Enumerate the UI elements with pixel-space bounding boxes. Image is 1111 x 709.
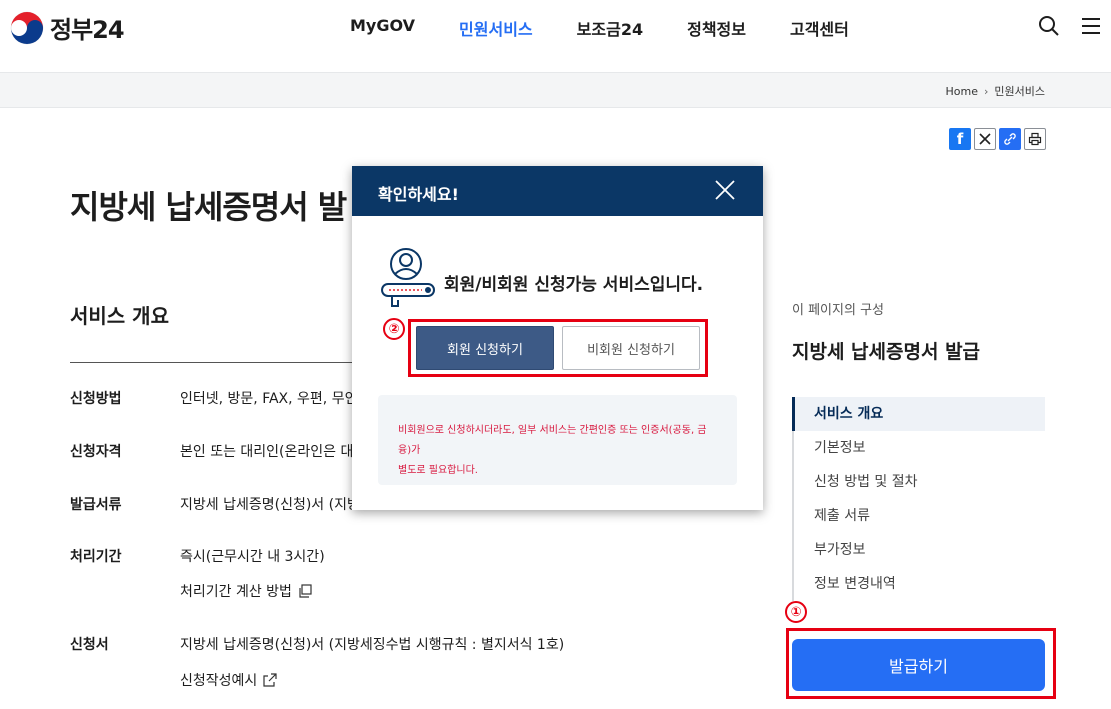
application-example-label: 신청작성예시 <box>180 673 258 689</box>
section-title-overview: 서비스 개요 <box>70 304 169 328</box>
row-value-method: 인터넷, 방문, FAX, 우편, 무인 <box>180 391 358 407</box>
annotation-number-one: ① <box>785 601 807 623</box>
logo-text: 정부24 <box>50 16 125 44</box>
section-divider <box>70 362 370 363</box>
annotation-number-two: ② <box>383 318 405 340</box>
site-logo[interactable]: 정부24 <box>10 10 125 45</box>
page-title: 지방세 납세증명서 발 <box>70 188 347 226</box>
link-copy-icon[interactable] <box>999 128 1021 150</box>
toc-item-overview[interactable]: 서비스 개요 <box>792 397 1045 431</box>
header-tools <box>1037 14 1103 38</box>
breadcrumb: Home › 민원서비스 <box>946 83 1046 99</box>
row-label-application: 신청서 <box>70 637 109 653</box>
nav-policy[interactable]: 정책정보 <box>687 16 746 40</box>
row-label-method: 신청방법 <box>70 391 122 407</box>
row-value-application[interactable]: 지방세 납세증명(신청)서 (지방세징수법 시행규칙 : 별지서식 1호) <box>180 634 564 654</box>
breadcrumb-current[interactable]: 민원서비스 <box>994 83 1045 99</box>
modal-notice: 비회원으로 신청하시더라도, 일부 서비스는 간편인증 또는 인증서(공동, 금… <box>378 395 737 485</box>
processing-calc-label: 처리기간 계산 방법 <box>180 584 292 600</box>
toc-caption: 이 페이지의 구성 <box>792 303 884 318</box>
row-label-eligibility: 신청자격 <box>70 444 122 460</box>
application-example-link[interactable]: 신청작성예시 <box>180 670 277 690</box>
share-toolbar: f <box>949 128 1046 150</box>
toc-item-basic-info[interactable]: 기본정보 <box>794 431 1045 465</box>
modal-title: 확인하세요! <box>378 185 459 204</box>
nav-subsidy[interactable]: 보조금24 <box>577 16 643 40</box>
x-twitter-icon[interactable] <box>974 128 996 150</box>
row-value-documents: 지방세 납세증명(신청)서 (지방 <box>180 497 360 513</box>
row-value-eligibility: 본인 또는 대리인(온라인은 대리 <box>180 444 367 460</box>
chevron-right-icon: › <box>983 84 989 98</box>
issue-button[interactable]: 발급하기 <box>792 639 1045 691</box>
modal-header: 확인하세요! <box>352 166 763 216</box>
row-label-documents: 발급서류 <box>70 497 122 513</box>
breadcrumb-bar: Home › 민원서비스 <box>0 72 1111 108</box>
taegeuk-logo-icon <box>10 11 44 44</box>
notice-line-2: 별도로 필요합니다. <box>398 465 478 476</box>
site-header: 정부24 MyGOV 민원서비스 보조금24 정책정보 고객센터 <box>0 0 1111 72</box>
print-icon[interactable] <box>1024 128 1046 150</box>
menu-icon[interactable] <box>1079 14 1103 38</box>
toc-list: 서비스 개요 기본정보 신청 방법 및 절차 제출 서류 부가정보 정보 변경내… <box>792 397 1045 601</box>
toc-item-procedure[interactable]: 신청 방법 및 절차 <box>794 465 1045 499</box>
user-certification-icon <box>381 248 435 307</box>
nonmember-apply-button[interactable]: 비회원 신청하기 <box>562 326 700 370</box>
nav-customer-center[interactable]: 고객센터 <box>790 16 849 40</box>
processing-calc-link[interactable]: 처리기간 계산 방법 <box>180 581 312 601</box>
close-icon[interactable] <box>713 178 737 202</box>
toc-title: 지방세 납세증명서 발급 <box>792 341 981 363</box>
toc-item-documents[interactable]: 제출 서류 <box>794 499 1045 533</box>
copy-window-icon <box>299 584 312 598</box>
main-nav: MyGOV 민원서비스 보조금24 정책정보 고객센터 <box>350 16 893 40</box>
row-value-processing: 즉시(근무시간 내 3시간) <box>180 549 325 565</box>
member-apply-button[interactable]: 회원 신청하기 <box>416 326 554 370</box>
nav-civil-service[interactable]: 민원서비스 <box>459 16 533 40</box>
confirm-modal: 확인하세요! 회원/비회원 신청가능 서비스입니다. ② 회원 신청하기 비회원… <box>352 166 763 510</box>
facebook-icon[interactable]: f <box>949 128 971 150</box>
notice-line-1: 비회원으로 신청하시더라도, 일부 서비스는 간편인증 또는 인증서(공동, 금… <box>398 425 707 456</box>
toc-item-extra-info[interactable]: 부가정보 <box>794 533 1045 567</box>
nav-mygov[interactable]: MyGOV <box>350 16 415 40</box>
modal-message: 회원/비회원 신청가능 서비스입니다. <box>444 275 704 295</box>
toc-item-change-history[interactable]: 정보 변경내역 <box>794 567 1045 601</box>
row-label-processing: 처리기간 <box>70 549 122 565</box>
breadcrumb-home[interactable]: Home <box>946 85 978 98</box>
search-icon[interactable] <box>1037 14 1061 38</box>
external-link-icon <box>263 673 277 687</box>
